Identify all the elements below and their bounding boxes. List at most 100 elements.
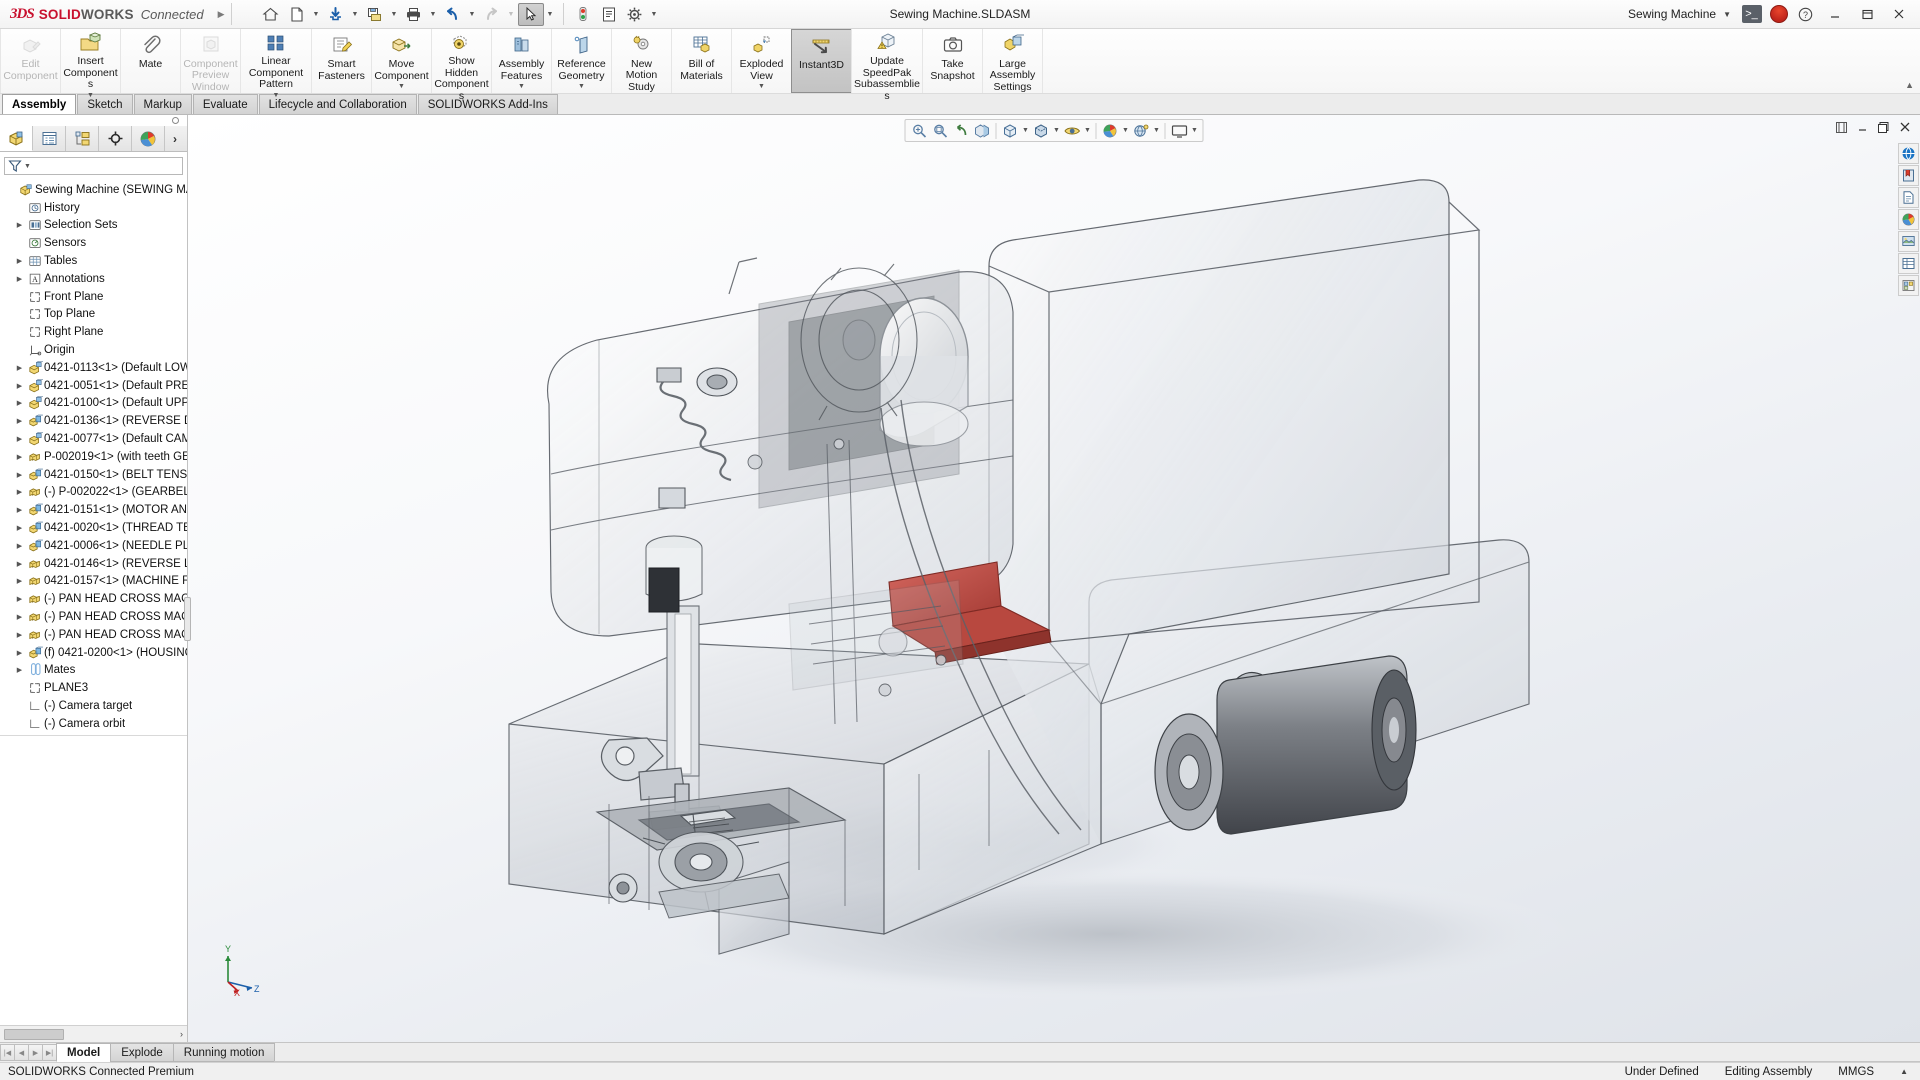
collapse-ribbon-icon[interactable]: ▲ [1905, 80, 1914, 90]
options-dropdown-icon[interactable]: ▼ [648, 3, 661, 26]
first-tab-icon[interactable]: |◀ [0, 1044, 15, 1061]
ribbon-update-speedpak-subassemblies[interactable]: Update SpeedPak Subassemblies [851, 29, 923, 101]
tree-item-annotations[interactable]: ▶ A Annotations [0, 270, 187, 288]
ribbon-insert-components[interactable]: Insert Components ▼ [60, 29, 121, 99]
print-icon[interactable] [401, 3, 427, 26]
expand-arrow-icon[interactable]: ▶ [13, 453, 26, 461]
ribbon-edit-component[interactable]: Edit Component [0, 29, 61, 93]
sewing-machine-model[interactable] [188, 115, 1920, 1042]
select-cursor-icon[interactable] [517, 2, 544, 26]
tree-item-p-002022[interactable]: ▶ (-) P-002022<1> (GEARBELT 156 T [0, 484, 187, 502]
panel-resize-grip[interactable] [184, 597, 191, 642]
ribbon-exploded-view[interactable]: Exploded View ▼ [731, 29, 792, 93]
property-manager-tab[interactable] [33, 126, 66, 151]
tree-item-0421-0100[interactable]: ▶ 0421-0100<1> (Default UPPER SH [0, 395, 187, 413]
undo-icon[interactable] [440, 3, 466, 26]
ribbon-large-assembly-settings[interactable]: Large Assembly Settings [982, 29, 1043, 93]
previous-view-icon[interactable] [951, 121, 972, 141]
expand-arrow-icon[interactable]: ▶ [13, 488, 26, 496]
chevron-down-icon[interactable]: ▼ [87, 92, 94, 99]
tree-filter-box[interactable]: ▼ [4, 157, 183, 175]
expand-arrow-icon[interactable]: ▶ [13, 435, 26, 443]
display-style-icon[interactable] [1031, 121, 1052, 141]
file-tasks-icon[interactable] [1898, 187, 1919, 208]
section-view-icon[interactable] [972, 121, 993, 141]
apply-scene-icon[interactable] [1131, 121, 1152, 141]
ribbon-bill-of-materials[interactable]: Bill of Materials [671, 29, 732, 93]
options-gear-icon[interactable] [622, 3, 648, 26]
maximize-document-icon[interactable] [1874, 118, 1893, 136]
open-document-dropdown-icon[interactable]: ▼ [349, 3, 362, 26]
help-icon[interactable]: ? [1793, 3, 1818, 26]
window-restore-button[interactable] [1852, 1, 1882, 27]
close-document-icon[interactable] [1895, 118, 1914, 136]
zoom-to-fit-icon[interactable] [909, 121, 930, 141]
ribbon-show-hidden-components[interactable]: Show Hidden Components [431, 29, 492, 101]
tree-item-history[interactable]: History [0, 199, 187, 217]
tree-item-plane3[interactable]: PLANE3 [0, 679, 187, 697]
command-console-button[interactable]: >_ [1739, 3, 1764, 26]
redo-icon[interactable] [479, 3, 505, 26]
hide-show-items-icon[interactable] [1062, 121, 1083, 141]
expand-arrow-icon[interactable]: ▶ [13, 257, 26, 265]
document-selector[interactable]: Sewing Machine ▼ [1622, 7, 1737, 21]
expand-arrow-icon[interactable]: ▶ [13, 399, 26, 407]
tree-item-pan-head-2[interactable]: ▶ (-) PAN HEAD CROSS MACHINE S [0, 608, 187, 626]
tree-horizontal-scrollbar[interactable]: › [0, 1025, 187, 1042]
tree-item-camera-orbit[interactable]: (-) Camera orbit [0, 715, 187, 733]
tab-sketch[interactable]: Sketch [77, 94, 133, 114]
new-document-dropdown-icon[interactable]: ▼ [310, 3, 323, 26]
expand-arrow-icon[interactable]: ▶ [13, 649, 26, 657]
bottom-tab-explode[interactable]: Explode [110, 1043, 174, 1062]
chevron-down-icon[interactable]: ▼ [398, 83, 405, 90]
ribbon-reference-geometry[interactable]: Reference Geometry ▼ [551, 29, 612, 93]
chevron-down-icon[interactable]: ▼ [758, 83, 765, 90]
undo-dropdown-icon[interactable]: ▼ [466, 3, 479, 26]
view-settings-icon[interactable] [1169, 121, 1190, 141]
ribbon-component-preview-window[interactable]: Component Preview Window [180, 29, 241, 93]
tab-markup[interactable]: Markup [133, 94, 192, 114]
chevron-down-icon[interactable]: ▼ [578, 83, 585, 90]
configuration-manager-tab[interactable] [66, 126, 99, 151]
tree-item-0421-0020[interactable]: ▶ 0421-0020<1> (THREAD TENSION [0, 519, 187, 537]
prev-tab-icon[interactable]: ◀ [14, 1044, 29, 1061]
feature-tree[interactable]: Sewing Machine (SEWING MACHINE) History ▶ S… [0, 177, 187, 1042]
tree-item-0421-0113[interactable]: ▶ 0421-0113<1> (Default LOWER SH [0, 359, 187, 377]
display-style-dropdown-icon[interactable]: ▼ [1052, 121, 1062, 141]
custom-properties-icon[interactable] [1898, 253, 1919, 274]
tree-item-0421-0077[interactable]: ▶ 0421-0077<1> (Default CAM BLO [0, 430, 187, 448]
tree-item-pan-head-1[interactable]: ▶ (-) PAN HEAD CROSS MACHINE S [0, 590, 187, 608]
bottom-tab-model[interactable]: Model [56, 1043, 112, 1062]
save-icon[interactable] [362, 3, 388, 26]
expand-arrow-icon[interactable]: ▶ [13, 631, 26, 639]
tree-item-0421-0051[interactable]: ▶ 0421-0051<1> (Default PRESSER- [0, 377, 187, 395]
tree-item-right-plane[interactable]: Right Plane [0, 323, 187, 341]
3dexperience-globe-icon[interactable] [1898, 143, 1919, 164]
feature-manager-tree-tab[interactable] [0, 126, 33, 151]
view-settings-dropdown-icon[interactable]: ▼ [1190, 121, 1200, 141]
tree-item-0421-0006[interactable]: ▶ 0421-0006<1> (NEEDLE PLATE AS [0, 537, 187, 555]
last-tab-icon[interactable]: ▶| [42, 1044, 57, 1061]
zoom-to-area-icon[interactable] [930, 121, 951, 141]
chevron-down-icon[interactable]: ▼ [24, 163, 31, 170]
tree-item-tables[interactable]: ▶ Tables [0, 252, 187, 270]
tree-item-0421-0157[interactable]: ▶ 0421-0157<1> (MACHINE FRAME [0, 573, 187, 591]
tree-item-0421-0200[interactable]: ▶ (f) 0421-0200<1> (HOUSING ASSE [0, 644, 187, 662]
view-orientation-dropdown-icon[interactable]: ▼ [1021, 121, 1031, 141]
minimize-document-icon[interactable] [1853, 118, 1872, 136]
tree-item-sensors[interactable]: Sensors [0, 234, 187, 252]
select-dropdown-icon[interactable]: ▼ [544, 3, 557, 26]
window-close-button[interactable] [1884, 1, 1914, 27]
chevron-down-icon[interactable]: ▼ [273, 92, 280, 99]
ribbon-instant3d[interactable]: Instant3D [791, 29, 852, 93]
scene-dropdown-icon[interactable]: ▼ [1152, 121, 1162, 141]
brand-expand-icon[interactable]: ▶ [218, 9, 225, 20]
view-orientation-icon[interactable] [1000, 121, 1021, 141]
tree-item-camera-target[interactable]: (-) Camera target [0, 697, 187, 715]
tab-lifecycle-collaboration[interactable]: Lifecycle and Collaboration [258, 94, 417, 114]
restore-document-icon[interactable] [1832, 118, 1851, 136]
file-properties-icon[interactable] [596, 3, 622, 26]
tree-item-mates[interactable]: ▶ Mates [0, 662, 187, 680]
expand-arrow-icon[interactable]: ▶ [13, 595, 26, 603]
tree-item-0421-0150[interactable]: ▶ 0421-0150<1> (BELT TENSIONER A [0, 466, 187, 484]
